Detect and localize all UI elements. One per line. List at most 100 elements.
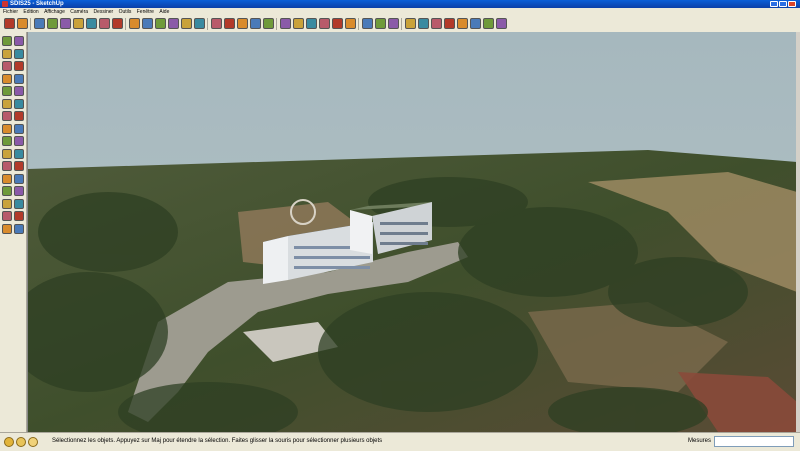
measures-label: Mesures [688, 438, 712, 444]
previous-view-icon[interactable] [2, 198, 12, 209]
zoom-extents-icon[interactable] [263, 18, 274, 29]
select-icon[interactable] [4, 18, 15, 29]
pan-icon[interactable] [224, 18, 235, 29]
offset-icon[interactable] [194, 18, 205, 29]
toolbar-separator [30, 18, 31, 30]
dimension-icon[interactable] [362, 18, 373, 29]
toolbar-separator [276, 18, 277, 30]
main-toolbar [0, 16, 800, 33]
toolbar-separator [125, 18, 126, 30]
freehand-icon[interactable] [14, 86, 24, 96]
back-view-icon[interactable] [457, 18, 468, 29]
component-icon[interactable] [14, 36, 24, 46]
section-plane-icon[interactable] [388, 18, 399, 29]
left-view-icon[interactable] [470, 18, 481, 29]
zoom-window-icon[interactable] [250, 18, 261, 29]
section-plane-icon[interactable] [14, 223, 24, 234]
scale-icon[interactable] [2, 123, 12, 134]
3d-text-icon[interactable] [14, 161, 24, 171]
eraser-icon[interactable] [14, 48, 24, 59]
toolbar-separator [401, 18, 402, 30]
follow-me-icon[interactable] [14, 111, 24, 121]
rectangle-icon[interactable] [34, 18, 45, 29]
close-button[interactable] [788, 1, 796, 7]
text-icon[interactable] [14, 148, 24, 159]
arc-icon[interactable] [14, 73, 24, 84]
zoom-extents-icon[interactable] [14, 198, 24, 209]
text-icon[interactable] [375, 18, 386, 29]
push-pull-icon[interactable] [129, 18, 140, 29]
wireframe-icon[interactable] [496, 18, 507, 29]
zoom-icon[interactable] [2, 186, 12, 196]
paint-bucket-icon[interactable] [2, 48, 12, 59]
offset-icon[interactable] [14, 123, 24, 134]
geolocation-icon[interactable] [4, 437, 14, 447]
arc-icon[interactable] [60, 18, 71, 29]
get-models-icon[interactable] [280, 18, 291, 29]
toolbar-separator [358, 18, 359, 30]
iso-view-icon[interactable] [405, 18, 416, 29]
minimize-button[interactable] [770, 1, 778, 7]
select-icon[interactable] [2, 36, 12, 46]
orbit-icon[interactable] [211, 18, 222, 29]
rectangle-icon[interactable] [2, 61, 12, 71]
move-icon[interactable] [2, 98, 12, 109]
credits-icon[interactable] [16, 437, 26, 447]
title-bar: SDIS25 - SketchUp [0, 0, 800, 8]
sketchup-app-icon [2, 1, 8, 7]
3d-viewport[interactable] [27, 32, 797, 432]
rotate-icon[interactable] [2, 111, 12, 121]
window-right-edge [796, 32, 800, 432]
menu-fichier[interactable]: Fichier [2, 8, 19, 16]
status-bar: Sélectionnez les objets. Appuyez sur Maj… [0, 432, 800, 451]
menu-aide[interactable]: Aide [158, 8, 170, 16]
position-camera-icon[interactable] [2, 211, 12, 221]
scale-icon[interactable] [181, 18, 192, 29]
xray-icon[interactable] [483, 18, 494, 29]
menu-dessiner[interactable]: Dessiner [92, 8, 114, 16]
status-hint: Sélectionnez les objets. Appuyez sur Maj… [52, 438, 383, 444]
front-view-icon[interactable] [431, 18, 442, 29]
maximize-button[interactable] [779, 1, 787, 7]
move-icon[interactable] [142, 18, 153, 29]
dimension-icon[interactable] [14, 136, 24, 146]
line-icon[interactable] [17, 18, 28, 29]
photo-textures-icon[interactable] [345, 18, 356, 29]
follow-me-icon[interactable] [168, 18, 179, 29]
toolbar-separator [207, 18, 208, 30]
help-icon[interactable] [28, 437, 38, 447]
menu-edition[interactable]: Edition [22, 8, 39, 16]
walk-icon[interactable] [14, 211, 24, 221]
look-around-icon[interactable] [2, 223, 12, 234]
pan-icon[interactable] [14, 173, 24, 184]
measures-input[interactable] [714, 436, 794, 447]
line-icon[interactable] [14, 61, 24, 71]
toggle-terrain-icon[interactable] [332, 18, 343, 29]
zoom-icon[interactable] [237, 18, 248, 29]
share-model-icon[interactable] [293, 18, 304, 29]
scene-drawing [28, 32, 797, 432]
left-toolbar [0, 32, 27, 432]
top-view-icon[interactable] [418, 18, 429, 29]
protractor-icon[interactable] [2, 148, 12, 159]
push-pull-icon[interactable] [14, 98, 24, 109]
zoom-window-icon[interactable] [14, 186, 24, 196]
add-location-icon[interactable] [319, 18, 330, 29]
menu-fenetre[interactable]: Fenêtre [136, 8, 155, 16]
polygon-icon[interactable] [2, 86, 12, 96]
circle-icon[interactable] [47, 18, 58, 29]
right-view-icon[interactable] [444, 18, 455, 29]
menu-camera[interactable]: Caméra [69, 8, 89, 16]
menu-outils[interactable]: Outils [118, 8, 133, 16]
orbit-icon[interactable] [2, 173, 12, 184]
rotate-icon[interactable] [155, 18, 166, 29]
paint-bucket-icon[interactable] [112, 18, 123, 29]
circle-icon[interactable] [2, 73, 12, 84]
place-model-icon[interactable] [306, 18, 317, 29]
axes-icon[interactable] [2, 161, 12, 171]
eraser-icon[interactable] [86, 18, 97, 29]
polygon-icon[interactable] [73, 18, 84, 29]
tape-measure-icon[interactable] [2, 136, 12, 146]
tape-measure-icon[interactable] [99, 18, 110, 29]
menu-affichage[interactable]: Affichage [43, 8, 66, 16]
